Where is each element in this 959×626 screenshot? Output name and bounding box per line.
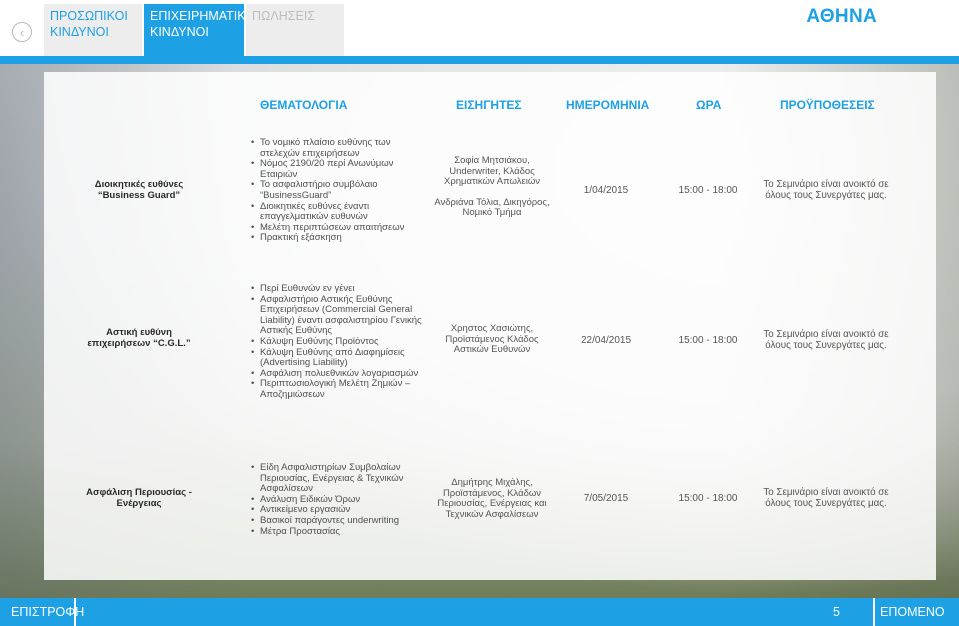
- footer-divider: [74, 598, 76, 626]
- topic-item: Βασικοί παράγοντες underwriting: [250, 515, 426, 527]
- header-speakers: ΕΙΣΗΓΗΤΕΣ: [456, 98, 522, 112]
- topic-item: Είδη Ασφαλιστηρίων Συμβολαίων Περιουσίας…: [250, 462, 426, 495]
- speaker: Χρηστος Χασιώτης, Προϊστάμενος Κλάδος Ασ…: [445, 323, 539, 356]
- tab-personal-risks[interactable]: ΠΡΟΣΩΠΙΚΟΙ ΚΙΝΔΥΝΟΙ: [44, 4, 142, 56]
- speaker: Δημήτρης Μιχάλης, Προϊστάμενος, Κλάδων Π…: [437, 477, 547, 520]
- back-icon[interactable]: ‹: [12, 22, 32, 42]
- header-conditions: ΠΡΟΫΠΟΘΕΣΕΙΣ: [780, 98, 875, 112]
- row-subject: Διοικητικές ευθύνες “Business Guard”: [94, 179, 184, 201]
- seminar-time: 15:00 - 18:00: [678, 185, 738, 196]
- topic-item: Περί Ευθυνών εν γένει: [250, 283, 426, 295]
- topic-item: Το ασφαλιστήριο συμβόλαιο “BusinessGuard…: [250, 180, 426, 201]
- speaker: Ανδριάνα Τόλια, Δικηγόρος, Νομικό Τμήμα: [434, 196, 550, 219]
- header-date: ΗΜΕΡΟΜΗΝΙΑ: [566, 98, 650, 112]
- seminar-conditions: Το Σεμινάριο είναι ανοικτό σε όλους τους…: [763, 179, 889, 201]
- topic-item: Κάλυψη Ευθύνης από Διαφημίσεις (Advertis…: [250, 347, 426, 369]
- speakers: Δημήτρης Μιχάλης, Προϊστάμενος, Κλάδων Π…: [432, 477, 552, 520]
- topic-item: Διοικητικές ευθύνες έναντι επαγγελματικώ…: [250, 201, 426, 223]
- header-topics: ΘΕΜΑΤΟΛΟΓΙΑ: [260, 98, 348, 112]
- top-bar: ‹ ΠΡΟΣΩΠΙΚΟΙ ΚΙΝΔΥΝΟΙ ΕΠΙΧΕΙΡΗΜΑΤΙΚΟΙ ΚΙ…: [0, 0, 959, 56]
- topic-item: Κάλυψη Ευθύνης Προϊόντος: [250, 336, 426, 348]
- next-button[interactable]: ΕΠΟΜΕΝΟ: [880, 605, 945, 619]
- footer-bar: ΕΠΙΣΤΡΟΦΗ 5 ΕΠΟΜΕΝΟ: [0, 598, 959, 626]
- topic-item: Περιπτωσιολογική Μελέτη Ζημιών – Αποζημι…: [250, 378, 426, 400]
- seminar-date: 22/04/2015: [580, 335, 632, 346]
- row-subject: Ασφάλιση Περιουσίας - Ενέργειας: [86, 487, 192, 509]
- seminar-time: 15:00 - 18:00: [678, 493, 738, 504]
- topic-item: Το νομικό πλαίσιο ευθύνης των στελεχών ε…: [250, 137, 426, 159]
- row-subject: Αστική ευθύνη επιχειρήσεων “C.G.L.”: [87, 327, 191, 349]
- topic-list: Είδη Ασφαλιστηρίων Συμβολαίων Περιουσίας…: [250, 462, 426, 538]
- seminar-conditions: Το Σεμινάριο είναι ανοικτό σε όλους τους…: [763, 329, 889, 351]
- tab-business-risks[interactable]: ΕΠΙΧΕΙΡΗΜΑΤΙΚΟΙ ΚΙΝΔΥΝΟΙ: [144, 4, 258, 56]
- speaker: Σοφία Μητσιάκου, Underwriter, Κλάδος Χρη…: [443, 155, 541, 188]
- footer-divider: [873, 598, 875, 626]
- seminar-date: 1/04/2015: [583, 185, 629, 196]
- seminar-date: 7/05/2015: [583, 493, 629, 504]
- topic-item: Ασφαλιστήριο Αστικής Ευθύνης Επιχειρήσεω…: [250, 294, 426, 337]
- speakers: Σοφία Μητσιάκου, Underwriter, Κλάδος Χρη…: [432, 155, 552, 219]
- seminar-table: ΘΕΜΑΤΟΛΟΓΙΑ ΕΙΣΗΓΗΤΕΣ ΗΜΕΡΟΜΗΝΙΑ ΩΡΑ ΠΡΟ…: [44, 72, 936, 580]
- topic-item: Πρακτική εξάσκηση: [250, 233, 426, 244]
- header-divider: [0, 56, 959, 64]
- topic-list: Το νομικό πλαίσιο ευθύνης των στελεχών ε…: [250, 137, 426, 244]
- speakers: Χρηστος Χασιώτης, Προϊστάμενος Κλάδος Ασ…: [432, 323, 552, 356]
- seminar-conditions: Το Σεμινάριο είναι ανοικτό σε όλους τους…: [763, 487, 889, 509]
- seminar-time: 15:00 - 18:00: [678, 335, 738, 346]
- header-time: ΩΡΑ: [696, 98, 722, 112]
- city-title: ΑΘΗΝΑ: [806, 6, 877, 27]
- topic-item: Νόμος 2190/20 περί Ανωνύμων Εταιριών: [250, 158, 426, 180]
- topic-list: Περί Ευθυνών εν γένει Ασφαλιστήριο Αστικ…: [250, 283, 426, 401]
- topic-item: Μέτρα Προστασίας: [250, 526, 426, 538]
- page-number: 5: [833, 605, 840, 619]
- tab-sales[interactable]: ΠΩΛΗΣΕΙΣ: [246, 4, 344, 56]
